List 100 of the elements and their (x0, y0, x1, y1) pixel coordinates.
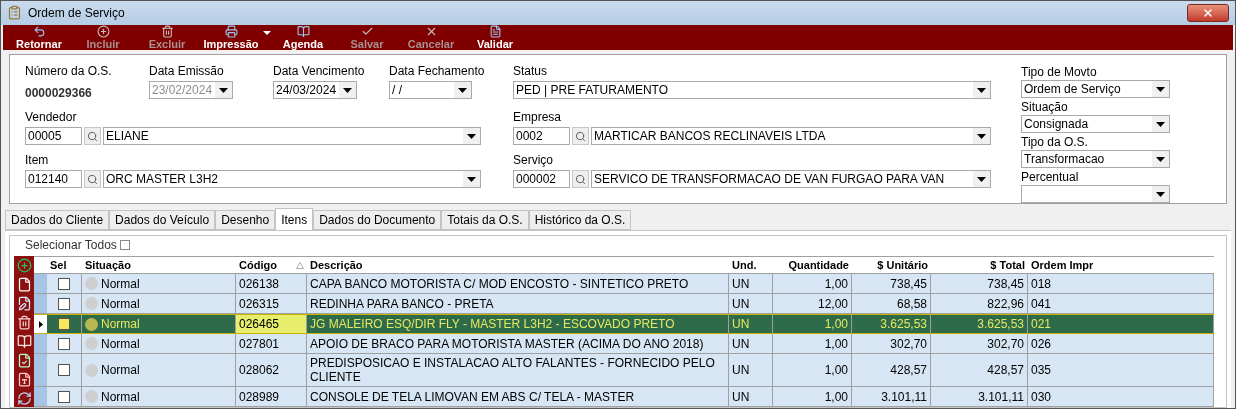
table-cell: Normal (82, 387, 236, 406)
column-header[interactable]: Sel (47, 257, 82, 273)
window-title: Ordem de Serviço (28, 4, 126, 22)
option-dropdown[interactable]: Ordem de Serviço (1021, 80, 1170, 98)
field-label: Data Emissão (149, 64, 225, 78)
table-cell: UN (729, 387, 773, 406)
edit-document-icon[interactable] (16, 296, 32, 311)
document-icon (488, 24, 502, 38)
table-cell: 1,00 (773, 334, 852, 353)
pdf-file-icon[interactable] (16, 372, 32, 387)
tab[interactable]: Totais da O.S. (441, 210, 529, 230)
search-icon[interactable] (84, 127, 101, 145)
table-row[interactable]: Normal 028062 PREDISPOSICAO E INSTALACAO ALTO FALANTES - FORNECIDO PELO CLIENTE UN 1,00 428,57 428,57 035 (34, 354, 1214, 387)
table-row[interactable]: Normal 026465 JG MALEIRO ESQ/DIR FLY - MASTER L3H2 - ESCOVADO PRETO UN 1,00 3.625,53 3.625,53 021 (34, 314, 1214, 334)
table-row[interactable]: Normal 028989 CONSOLE DE TELA LIMOVAN EM ABS C/ TELA - MASTER UN 1,00 3.101,11 3.101,11 030 (34, 387, 1214, 407)
toolbar-button[interactable]: Validar (463, 24, 527, 50)
table-cell: UN (729, 354, 773, 386)
row-header (34, 294, 47, 313)
printer-icon (224, 24, 238, 38)
check-document-icon[interactable] (16, 353, 32, 368)
tab[interactable]: Dados do Documento (313, 210, 442, 230)
table-cell: APOIO DE BRACO PARA MOTORISTA MASTER (ACIMA DO ANO 2018) (307, 334, 729, 353)
refresh-icon[interactable] (16, 391, 32, 406)
tab[interactable]: Dados do Veículo (109, 210, 216, 230)
table-cell: 018 (1028, 274, 1214, 293)
code-field[interactable]: 00005 (25, 127, 82, 145)
table-cell: 738,45 (852, 274, 931, 293)
toolbar-button[interactable]: Impressão (199, 24, 263, 50)
table-cell: 1,00 (773, 387, 852, 406)
column-header[interactable]: $ Unitário (852, 257, 931, 273)
plus-circle-icon[interactable] (16, 258, 32, 273)
table-cell: UN (729, 334, 773, 353)
table-cell: 026138 (236, 274, 307, 293)
undo-icon (32, 24, 46, 38)
table-cell: 1,00 (773, 354, 852, 386)
tab[interactable]: Desenho (215, 210, 276, 230)
sort-arrow-icon (296, 261, 304, 269)
book-icon[interactable] (16, 334, 32, 349)
date-field[interactable]: / / (389, 81, 472, 99)
file-icon[interactable] (16, 277, 32, 292)
option-dropdown[interactable]: Transformacao (1021, 150, 1170, 168)
toolbar-button[interactable]: Agenda (271, 24, 335, 50)
name-dropdown[interactable]: SERVICO DE TRANSFORMACAO DE VAN FURGAO PARA VAN (591, 170, 991, 188)
table-cell: 021 (1028, 315, 1214, 333)
column-header[interactable]: Ordem Impr (1028, 257, 1214, 273)
field-label: Status (513, 64, 549, 78)
table-cell: 030 (1028, 387, 1214, 406)
table-cell: Normal (82, 334, 236, 353)
field-label: Vendedor (25, 110, 78, 124)
name-dropdown[interactable]: MARTICAR BANCOS RECLINAVEIS LTDA (591, 127, 991, 145)
field-label: Percentual (1021, 170, 1080, 184)
tab[interactable]: Dados do Cliente (5, 210, 110, 230)
column-header[interactable]: Situação (82, 257, 236, 273)
table-cell: Normal (82, 294, 236, 313)
table-cell: 302,70 (931, 334, 1028, 353)
column-header[interactable]: Descrição (307, 257, 729, 273)
table-cell: 026 (1028, 334, 1214, 353)
search-icon[interactable] (572, 127, 589, 145)
table-cell: 738,45 (931, 274, 1028, 293)
name-dropdown[interactable]: ELIANE (103, 127, 481, 145)
checkbox[interactable] (58, 297, 70, 310)
field-label: Empresa (513, 110, 563, 124)
table-cell: 1,00 (773, 274, 852, 293)
toolbar-button[interactable]: Retornar (7, 24, 71, 50)
table-cell: 302,70 (852, 334, 931, 353)
table-row[interactable]: Normal 026315 REDINHA PARA BANCO - PRETA UN 12,00 68,58 822,96 041 (34, 294, 1214, 314)
field-label: Item (25, 153, 50, 167)
code-field[interactable]: 000002 (513, 170, 570, 188)
close-button[interactable] (1187, 3, 1229, 22)
date-field[interactable]: 24/03/2024 (273, 81, 357, 99)
checkbox[interactable] (58, 364, 70, 376)
checkbox[interactable] (58, 337, 70, 350)
tab[interactable]: Itens (275, 208, 314, 230)
table-cell: 428,57 (852, 354, 931, 386)
code-field[interactable]: 0002 (513, 127, 570, 145)
column-header[interactable]: $ Total (931, 257, 1028, 273)
plus-circle-icon (96, 24, 110, 38)
table-cell: UN (729, 274, 773, 293)
column-header[interactable]: Quantidade (773, 257, 852, 273)
trash-icon (160, 24, 174, 38)
column-header[interactable]: Código (236, 257, 307, 273)
search-icon[interactable] (572, 170, 589, 188)
status-dropdown[interactable]: PED | PRE FATURAMENTO (513, 81, 991, 99)
table-cell: 026315 (236, 294, 307, 313)
table-row[interactable]: Normal 026138 CAPA BANCO MOTORISTA C/ MOD ENCOSTO - SINTETICO PRETO UN 1,00 738,45 738,45 018 (34, 274, 1214, 294)
trash-icon[interactable] (16, 315, 32, 330)
code-field[interactable]: 012140 (25, 170, 82, 188)
checkbox[interactable] (58, 318, 70, 330)
name-dropdown[interactable]: ORC MASTER L3H2 (103, 170, 481, 188)
book-icon (296, 24, 310, 38)
table-row[interactable]: Normal 027801 APOIO DE BRACO PARA MOTORISTA MASTER (ACIMA DO ANO 2018) UN 1,00 302,70 302,70 026 (34, 334, 1214, 354)
tab[interactable]: Histórico da O.S. (528, 210, 632, 230)
table-cell: 68,58 (852, 294, 931, 313)
table-cell: 028062 (236, 354, 307, 386)
checkbox[interactable] (58, 390, 70, 403)
column-header[interactable]: Und. (729, 257, 773, 273)
checkbox[interactable] (119, 240, 130, 250)
search-icon[interactable] (84, 170, 101, 188)
checkbox[interactable] (58, 277, 70, 290)
option-dropdown[interactable]: Consignada (1021, 115, 1170, 133)
